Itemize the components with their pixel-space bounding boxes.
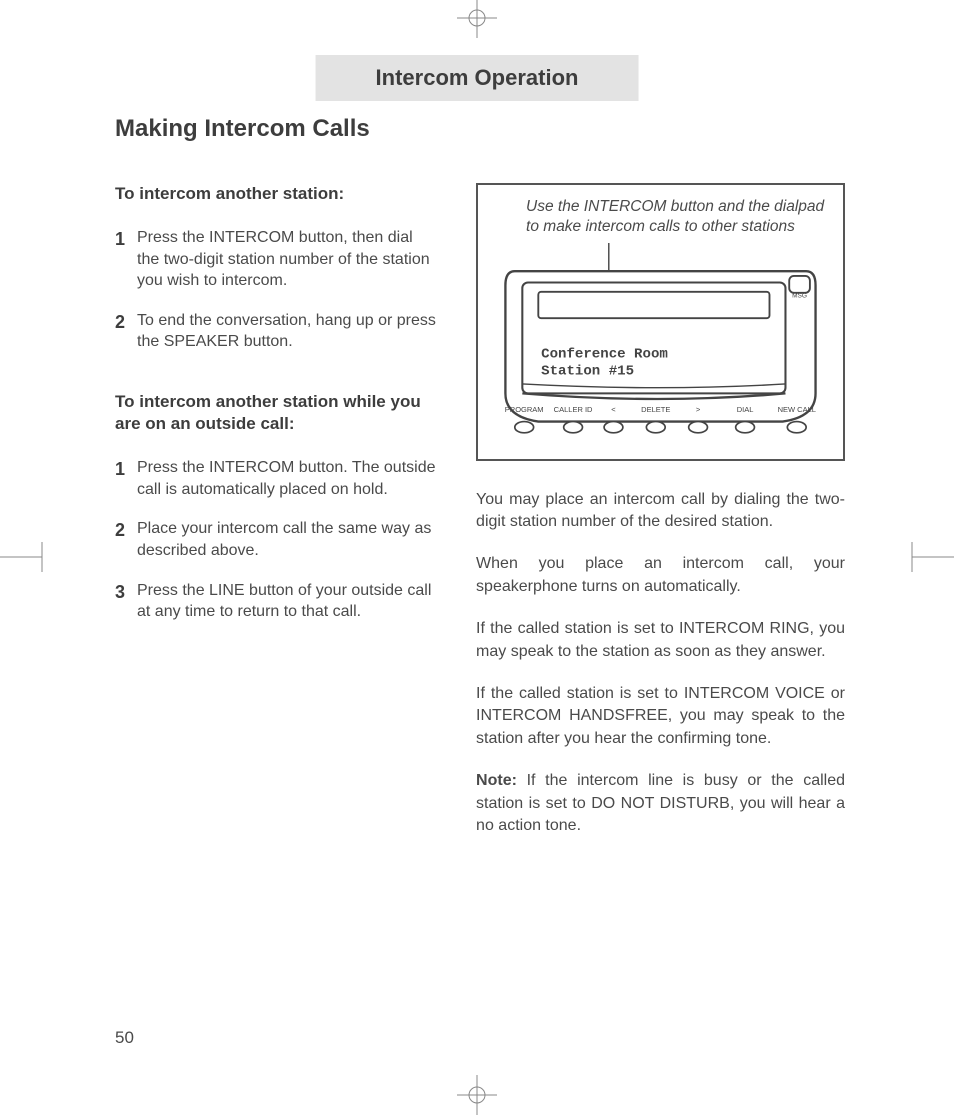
body-paragraph: You may place an intercom call by dialin…	[476, 489, 845, 534]
delete-label: DELETE	[641, 405, 670, 414]
step-number: 2	[115, 310, 137, 353]
step-text: Press the INTERCOM button. The outside c…	[137, 457, 436, 500]
phone-illustration: MSG Conference Room Station #15 PROGRAM	[496, 243, 825, 440]
callerid-label: CALLER ID	[554, 405, 593, 414]
right-column: Use the INTERCOM button and the dialpad …	[476, 183, 845, 857]
step-text: Place your intercom call the same way as…	[137, 518, 436, 561]
body-paragraph: When you place an intercom call, your sp…	[476, 553, 845, 598]
step-item: 1 Press the INTERCOM button. The outside…	[115, 457, 436, 500]
content-area: Making Intercom Calls To intercom anothe…	[115, 115, 845, 857]
chapter-header: Intercom Operation	[316, 55, 639, 101]
lcd-line-1: Conference Room	[541, 347, 668, 363]
illustration-caption: Use the INTERCOM button and the dialpad …	[496, 197, 825, 237]
manual-page: Intercom Operation Making Intercom Calls…	[0, 0, 954, 1113]
crop-mark-left	[0, 542, 60, 572]
subheading-2: To intercom another station while you ar…	[115, 391, 436, 435]
step-text: To end the conversation, hang up or pres…	[137, 310, 436, 353]
step-number: 1	[115, 227, 137, 292]
step-item: 1 Press the INTERCOM button, then dial t…	[115, 227, 436, 292]
step-number: 1	[115, 457, 137, 500]
gt-label: >	[696, 405, 701, 414]
step-text: Press the LINE button of your outside ca…	[137, 580, 436, 623]
left-column: To intercom another station: 1 Press the…	[115, 183, 436, 857]
registration-mark-bottom	[457, 1075, 497, 1115]
illustration-box: Use the INTERCOM button and the dialpad …	[476, 183, 845, 461]
newcall-label: NEW CALL	[778, 405, 816, 414]
two-column-layout: To intercom another station: 1 Press the…	[115, 183, 845, 857]
body-paragraph: If the called station is set to INTERCOM…	[476, 683, 845, 750]
step-text: Press the INTERCOM button, then dial the…	[137, 227, 436, 292]
note-label: Note:	[476, 772, 517, 789]
body-paragraph: If the called station is set to INTERCOM…	[476, 618, 845, 663]
lcd-line-2: Station #15	[541, 364, 634, 380]
step-number: 3	[115, 580, 137, 623]
step-item: 2 To end the conversation, hang up or pr…	[115, 310, 436, 353]
step-number: 2	[115, 518, 137, 561]
note-paragraph: Note: If the intercom line is busy or th…	[476, 770, 845, 837]
section-title: Making Intercom Calls	[115, 115, 845, 143]
msg-label: MSG	[792, 293, 807, 300]
subheading-1: To intercom another station:	[115, 183, 436, 205]
program-label: PROGRAM	[505, 405, 544, 414]
page-number: 50	[115, 1028, 134, 1048]
crop-mark-right	[894, 542, 954, 572]
registration-mark-top	[457, 0, 497, 38]
dial-label: DIAL	[737, 405, 754, 414]
step-item: 2 Place your intercom call the same way …	[115, 518, 436, 561]
lt-label: <	[611, 405, 616, 414]
step-item: 3 Press the LINE button of your outside …	[115, 580, 436, 623]
note-text: If the intercom line is busy or the call…	[476, 772, 845, 834]
